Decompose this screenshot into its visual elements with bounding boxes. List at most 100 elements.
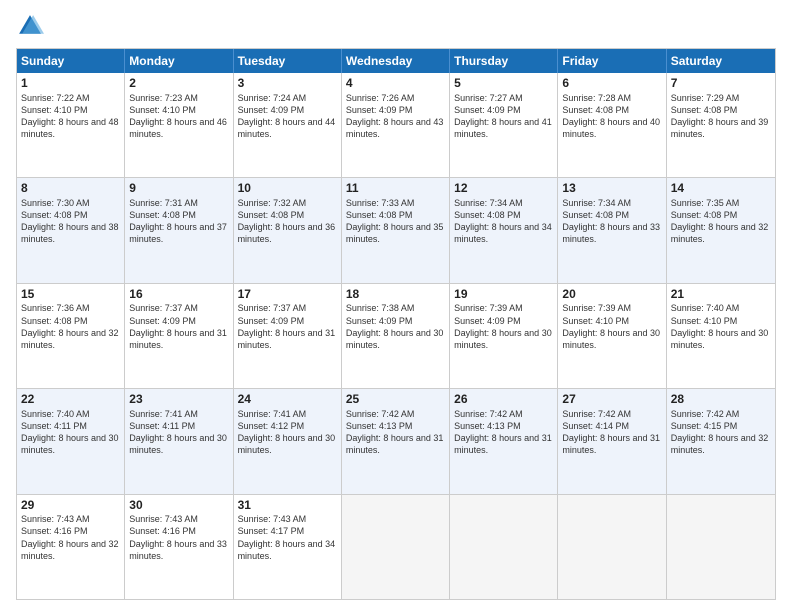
cell-details: Sunrise: 7:43 AMSunset: 4:16 PMDaylight:… (21, 513, 120, 562)
calendar-cell: 2Sunrise: 7:23 AMSunset: 4:10 PMDaylight… (125, 73, 233, 177)
cell-details: Sunrise: 7:38 AMSunset: 4:09 PMDaylight:… (346, 302, 445, 351)
day-number: 27 (562, 392, 661, 408)
cell-details: Sunrise: 7:37 AMSunset: 4:09 PMDaylight:… (129, 302, 228, 351)
calendar-cell: 16Sunrise: 7:37 AMSunset: 4:09 PMDayligh… (125, 284, 233, 388)
day-number: 24 (238, 392, 337, 408)
cell-details: Sunrise: 7:43 AMSunset: 4:17 PMDaylight:… (238, 513, 337, 562)
day-number: 31 (238, 498, 337, 514)
day-number: 11 (346, 181, 445, 197)
day-number: 13 (562, 181, 661, 197)
day-number: 29 (21, 498, 120, 514)
day-number: 17 (238, 287, 337, 303)
cell-details: Sunrise: 7:28 AMSunset: 4:08 PMDaylight:… (562, 92, 661, 141)
calendar-header-cell: Monday (125, 49, 233, 73)
calendar-body: 1Sunrise: 7:22 AMSunset: 4:10 PMDaylight… (17, 73, 775, 599)
cell-details: Sunrise: 7:27 AMSunset: 4:09 PMDaylight:… (454, 92, 553, 141)
logo (16, 12, 48, 40)
calendar-cell: 17Sunrise: 7:37 AMSunset: 4:09 PMDayligh… (234, 284, 342, 388)
calendar-cell: 29Sunrise: 7:43 AMSunset: 4:16 PMDayligh… (17, 495, 125, 599)
calendar-cell: 28Sunrise: 7:42 AMSunset: 4:15 PMDayligh… (667, 389, 775, 493)
cell-details: Sunrise: 7:40 AMSunset: 4:10 PMDaylight:… (671, 302, 771, 351)
day-number: 3 (238, 76, 337, 92)
calendar-cell: 3Sunrise: 7:24 AMSunset: 4:09 PMDaylight… (234, 73, 342, 177)
cell-details: Sunrise: 7:33 AMSunset: 4:08 PMDaylight:… (346, 197, 445, 246)
day-number: 9 (129, 181, 228, 197)
calendar-cell: 12Sunrise: 7:34 AMSunset: 4:08 PMDayligh… (450, 178, 558, 282)
calendar-week: 8Sunrise: 7:30 AMSunset: 4:08 PMDaylight… (17, 177, 775, 282)
calendar: SundayMondayTuesdayWednesdayThursdayFrid… (16, 48, 776, 600)
calendar-header-cell: Wednesday (342, 49, 450, 73)
calendar-cell: 31Sunrise: 7:43 AMSunset: 4:17 PMDayligh… (234, 495, 342, 599)
calendar-cell: 23Sunrise: 7:41 AMSunset: 4:11 PMDayligh… (125, 389, 233, 493)
day-number: 8 (21, 181, 120, 197)
cell-details: Sunrise: 7:43 AMSunset: 4:16 PMDaylight:… (129, 513, 228, 562)
cell-details: Sunrise: 7:31 AMSunset: 4:08 PMDaylight:… (129, 197, 228, 246)
calendar-header-cell: Saturday (667, 49, 775, 73)
calendar-header-cell: Friday (558, 49, 666, 73)
calendar-cell: 5Sunrise: 7:27 AMSunset: 4:09 PMDaylight… (450, 73, 558, 177)
header (16, 12, 776, 40)
day-number: 15 (21, 287, 120, 303)
day-number: 12 (454, 181, 553, 197)
cell-details: Sunrise: 7:26 AMSunset: 4:09 PMDaylight:… (346, 92, 445, 141)
day-number: 6 (562, 76, 661, 92)
calendar-header-cell: Tuesday (234, 49, 342, 73)
calendar-cell (558, 495, 666, 599)
cell-details: Sunrise: 7:32 AMSunset: 4:08 PMDaylight:… (238, 197, 337, 246)
day-number: 19 (454, 287, 553, 303)
calendar-cell: 27Sunrise: 7:42 AMSunset: 4:14 PMDayligh… (558, 389, 666, 493)
cell-details: Sunrise: 7:35 AMSunset: 4:08 PMDaylight:… (671, 197, 771, 246)
cell-details: Sunrise: 7:29 AMSunset: 4:08 PMDaylight:… (671, 92, 771, 141)
calendar-cell: 11Sunrise: 7:33 AMSunset: 4:08 PMDayligh… (342, 178, 450, 282)
calendar-cell (667, 495, 775, 599)
cell-details: Sunrise: 7:39 AMSunset: 4:10 PMDaylight:… (562, 302, 661, 351)
calendar-cell: 13Sunrise: 7:34 AMSunset: 4:08 PMDayligh… (558, 178, 666, 282)
calendar-cell (342, 495, 450, 599)
calendar-week: 22Sunrise: 7:40 AMSunset: 4:11 PMDayligh… (17, 388, 775, 493)
cell-details: Sunrise: 7:42 AMSunset: 4:13 PMDaylight:… (346, 408, 445, 457)
cell-details: Sunrise: 7:30 AMSunset: 4:08 PMDaylight:… (21, 197, 120, 246)
calendar-cell: 15Sunrise: 7:36 AMSunset: 4:08 PMDayligh… (17, 284, 125, 388)
day-number: 23 (129, 392, 228, 408)
calendar-cell: 4Sunrise: 7:26 AMSunset: 4:09 PMDaylight… (342, 73, 450, 177)
cell-details: Sunrise: 7:34 AMSunset: 4:08 PMDaylight:… (562, 197, 661, 246)
calendar-cell: 24Sunrise: 7:41 AMSunset: 4:12 PMDayligh… (234, 389, 342, 493)
calendar-cell: 22Sunrise: 7:40 AMSunset: 4:11 PMDayligh… (17, 389, 125, 493)
cell-details: Sunrise: 7:42 AMSunset: 4:14 PMDaylight:… (562, 408, 661, 457)
day-number: 4 (346, 76, 445, 92)
calendar-week: 15Sunrise: 7:36 AMSunset: 4:08 PMDayligh… (17, 283, 775, 388)
day-number: 18 (346, 287, 445, 303)
calendar-week: 1Sunrise: 7:22 AMSunset: 4:10 PMDaylight… (17, 73, 775, 177)
calendar-header-cell: Thursday (450, 49, 558, 73)
calendar-cell: 14Sunrise: 7:35 AMSunset: 4:08 PMDayligh… (667, 178, 775, 282)
cell-details: Sunrise: 7:39 AMSunset: 4:09 PMDaylight:… (454, 302, 553, 351)
day-number: 21 (671, 287, 771, 303)
cell-details: Sunrise: 7:34 AMSunset: 4:08 PMDaylight:… (454, 197, 553, 246)
day-number: 14 (671, 181, 771, 197)
cell-details: Sunrise: 7:22 AMSunset: 4:10 PMDaylight:… (21, 92, 120, 141)
day-number: 30 (129, 498, 228, 514)
calendar-cell: 30Sunrise: 7:43 AMSunset: 4:16 PMDayligh… (125, 495, 233, 599)
cell-details: Sunrise: 7:41 AMSunset: 4:12 PMDaylight:… (238, 408, 337, 457)
calendar-cell (450, 495, 558, 599)
logo-icon (16, 12, 44, 40)
day-number: 16 (129, 287, 228, 303)
cell-details: Sunrise: 7:37 AMSunset: 4:09 PMDaylight:… (238, 302, 337, 351)
calendar-cell: 9Sunrise: 7:31 AMSunset: 4:08 PMDaylight… (125, 178, 233, 282)
calendar-cell: 26Sunrise: 7:42 AMSunset: 4:13 PMDayligh… (450, 389, 558, 493)
day-number: 7 (671, 76, 771, 92)
day-number: 26 (454, 392, 553, 408)
calendar-cell: 6Sunrise: 7:28 AMSunset: 4:08 PMDaylight… (558, 73, 666, 177)
day-number: 28 (671, 392, 771, 408)
page: SundayMondayTuesdayWednesdayThursdayFrid… (0, 0, 792, 612)
cell-details: Sunrise: 7:41 AMSunset: 4:11 PMDaylight:… (129, 408, 228, 457)
calendar-cell: 18Sunrise: 7:38 AMSunset: 4:09 PMDayligh… (342, 284, 450, 388)
calendar-cell: 10Sunrise: 7:32 AMSunset: 4:08 PMDayligh… (234, 178, 342, 282)
calendar-cell: 19Sunrise: 7:39 AMSunset: 4:09 PMDayligh… (450, 284, 558, 388)
cell-details: Sunrise: 7:24 AMSunset: 4:09 PMDaylight:… (238, 92, 337, 141)
cell-details: Sunrise: 7:36 AMSunset: 4:08 PMDaylight:… (21, 302, 120, 351)
day-number: 10 (238, 181, 337, 197)
calendar-cell: 25Sunrise: 7:42 AMSunset: 4:13 PMDayligh… (342, 389, 450, 493)
day-number: 20 (562, 287, 661, 303)
day-number: 5 (454, 76, 553, 92)
